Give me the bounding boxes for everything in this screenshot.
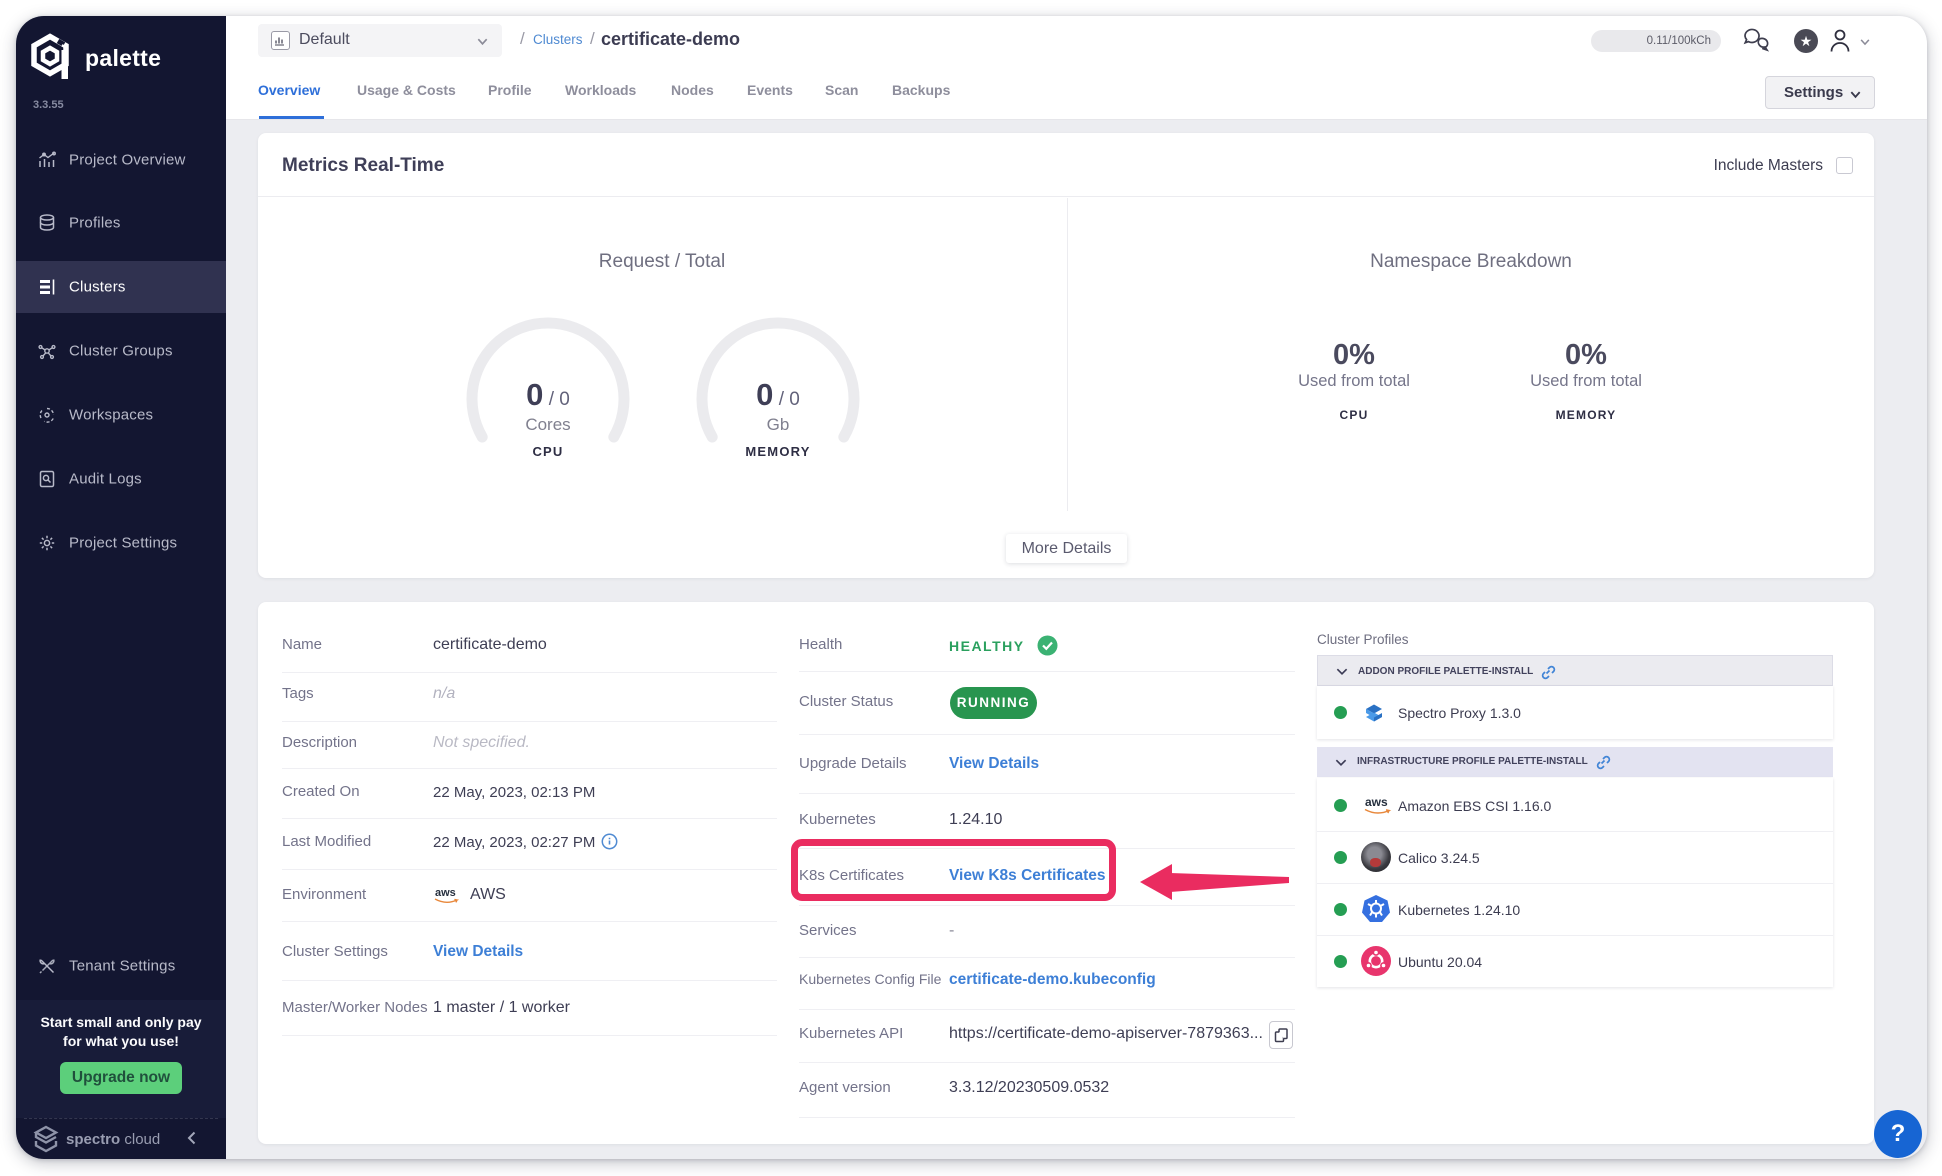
svg-text:aws: aws — [1365, 795, 1388, 809]
svg-text:aws: aws — [435, 887, 456, 899]
